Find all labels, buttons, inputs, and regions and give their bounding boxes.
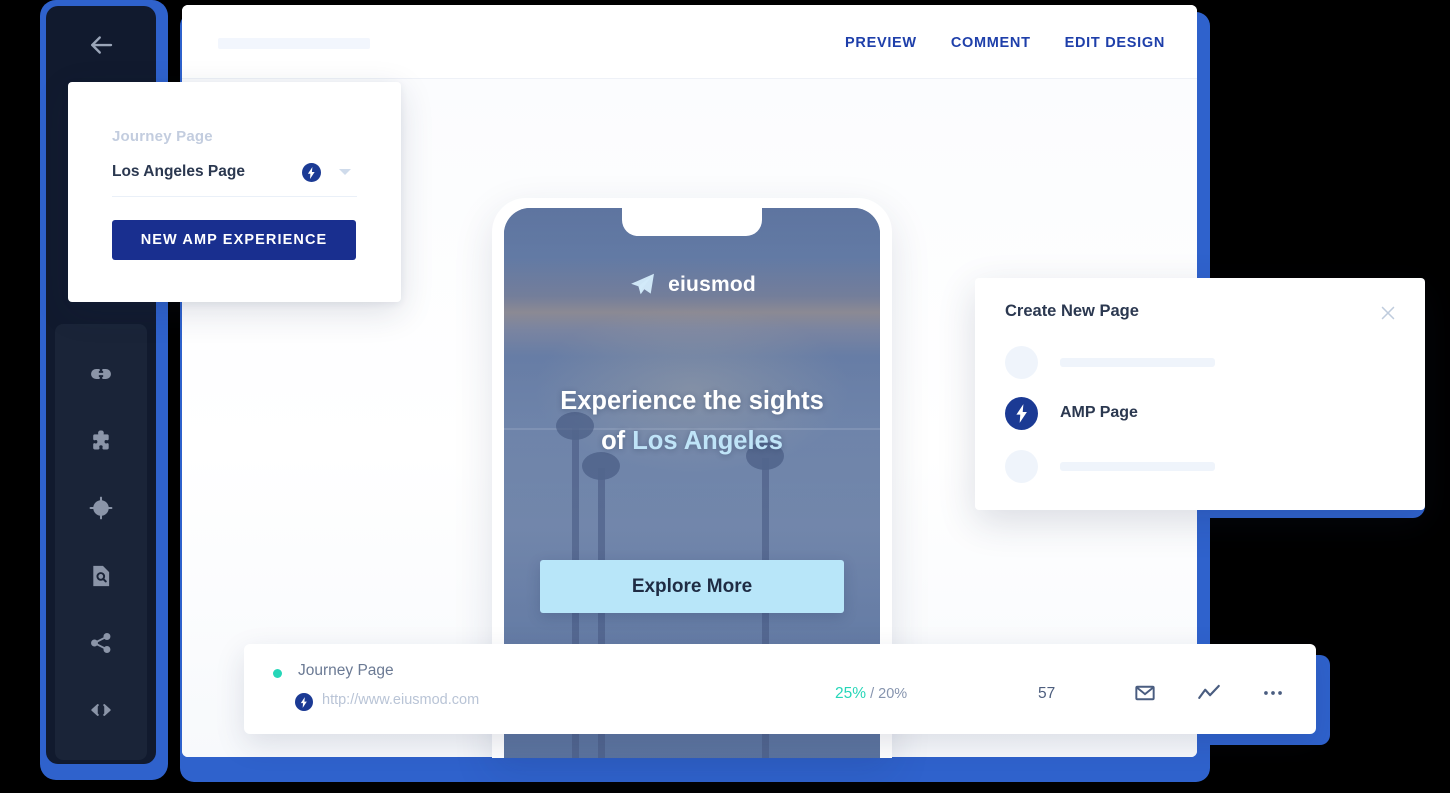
sidebar-item-target[interactable] [79, 486, 123, 530]
amp-bolt-icon [300, 696, 307, 708]
visitor-count: 57 [1038, 685, 1056, 702]
envelope-icon [1135, 685, 1155, 701]
journey-page-card: Journey Page Los Angeles Page NEW AMP EX… [68, 82, 401, 302]
back-button[interactable] [46, 6, 156, 84]
share-icon [91, 633, 111, 653]
sidebar-item-code[interactable] [79, 688, 123, 732]
status-bar-actions [1132, 680, 1286, 706]
rate-separator: / [870, 686, 875, 702]
placeholder-avatar [1005, 449, 1038, 483]
journey-page-selected-value: Los Angeles Page [112, 163, 245, 180]
sidebar-item-plugins[interactable] [79, 419, 123, 463]
page-status-bar: Journey Page http://www.eiusmod.com 25% … [244, 644, 1316, 734]
status-dot [273, 669, 282, 678]
title-placeholder-bar [218, 38, 370, 49]
amp-badge [302, 163, 321, 182]
link-icon [91, 368, 111, 379]
amp-bolt-icon [1015, 403, 1027, 423]
target-icon [89, 496, 113, 520]
email-action-button[interactable] [1132, 680, 1158, 706]
journey-page-label: Journey Page [112, 128, 213, 145]
placeholder-avatar [1005, 345, 1038, 379]
headline-prefix: of [601, 426, 633, 455]
close-icon [1381, 306, 1395, 320]
top-nav: PREVIEW COMMENT EDIT DESIGN [845, 35, 1165, 51]
page-type-placeholder-row[interactable] [1005, 342, 1395, 382]
phone-notch [622, 208, 762, 236]
placeholder-bar [1060, 461, 1215, 471]
amp-bolt-icon [307, 166, 315, 179]
amp-badge [295, 693, 313, 711]
paper-plane-icon [631, 273, 655, 295]
sidebar-item-inspect[interactable] [79, 554, 123, 598]
nav-comment[interactable]: COMMENT [951, 35, 1031, 51]
top-bar: PREVIEW COMMENT EDIT DESIGN [182, 5, 1197, 79]
brand-lockup: eiusmod [504, 270, 880, 299]
more-horizontal-icon [1264, 691, 1282, 695]
placeholder-bar [1060, 357, 1215, 367]
status-page-url[interactable]: http://www.eiusmod.com [322, 692, 479, 708]
conversion-rate: 25% / 20% [835, 685, 907, 703]
create-new-page-modal: Create New Page AMP Page [975, 278, 1425, 510]
back-arrow-icon [91, 36, 113, 54]
more-options-button[interactable] [1260, 680, 1286, 706]
nav-edit-design[interactable]: EDIT DESIGN [1065, 35, 1165, 51]
trend-line-icon [1198, 684, 1220, 699]
sidebar-tools [55, 324, 147, 760]
headline-highlight: Los Angeles [632, 426, 783, 455]
rate-current: 25% [835, 685, 867, 702]
code-brackets-icon [91, 704, 111, 717]
sidebar-item-share[interactable] [79, 621, 123, 665]
amp-badge [1005, 396, 1038, 430]
headline-line-1: Experience the sights [560, 387, 824, 415]
document-search-icon [93, 565, 110, 586]
journey-page-select[interactable]: Los Angeles Page [112, 158, 357, 197]
status-page-title: Journey Page [298, 662, 394, 679]
nav-preview[interactable]: PREVIEW [845, 35, 917, 51]
sidebar-item-link[interactable] [79, 352, 123, 396]
screenshot-root: PREVIEW COMMENT EDIT DESIGN Journey Page… [0, 0, 1450, 793]
analytics-action-button[interactable] [1196, 680, 1222, 706]
rate-target: 20% [878, 686, 908, 702]
brand-name: eiusmod [668, 272, 756, 296]
page-type-amp-row[interactable]: AMP Page [1005, 393, 1395, 433]
chevron-down-icon[interactable] [339, 169, 351, 175]
explore-more-button[interactable]: Explore More [540, 560, 844, 613]
page-type-placeholder-row[interactable] [1005, 446, 1395, 486]
hero-headline: Experience the sights of Los Angeles [532, 382, 852, 461]
amp-page-label: AMP Page [1060, 404, 1138, 421]
modal-title: Create New Page [1005, 302, 1139, 320]
new-amp-experience-button[interactable]: NEW AMP EXPERIENCE [112, 220, 356, 260]
close-button[interactable] [1377, 302, 1399, 324]
puzzle-piece-icon [93, 430, 109, 450]
